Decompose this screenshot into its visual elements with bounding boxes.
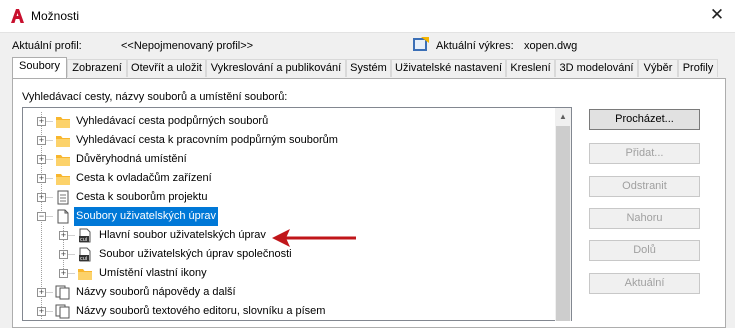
tree-item-label: Soubor uživatelských úprav společnosti (99, 248, 292, 260)
tree-item-label: Názvy souborů textového editoru, slovník… (76, 305, 326, 317)
expand-icon[interactable]: + (37, 136, 46, 145)
current-profile-value: <<Nepojmenovaný profil>> (121, 40, 254, 52)
cui-file-icon: cui (79, 228, 91, 243)
tree-item-label: Vyhledávací cesta podpůrných souborů (76, 115, 269, 127)
tab-profily[interactable]: Profily (678, 59, 718, 77)
file-paths-tree[interactable]: + Vyhledávací cesta podpůrných souborů +… (22, 107, 572, 321)
documents-icon (55, 304, 70, 319)
browse-button[interactable]: Procházet... (589, 109, 700, 130)
window-title: Možnosti (31, 9, 80, 23)
tree-item-label: Soubory uživatelských úprav (74, 207, 219, 226)
tree-item[interactable]: + Cesta k ovladačům zařízení (23, 169, 563, 188)
tree-item[interactable]: + Názvy souborů nápovědy a další (23, 283, 563, 302)
tab-vyber[interactable]: Výběr (638, 59, 678, 77)
tree-item-selected[interactable]: − Soubory uživatelských úprav (23, 207, 563, 226)
tree-item[interactable]: + Vyhledávací cesta podpůrných souborů (23, 112, 563, 131)
tab-soubory[interactable]: Soubory (12, 57, 67, 78)
tree-item-label: Hlavní soubor uživatelských úprav (99, 229, 266, 241)
collapse-icon[interactable]: − (37, 212, 46, 221)
tab-uzivatelske-nastaveni[interactable]: Uživatelské nastavení (391, 59, 506, 77)
expand-icon[interactable]: + (37, 174, 46, 183)
title-bar: Možnosti ✕ (0, 0, 735, 33)
tree-item-label: Důvěryhodná umístění (76, 153, 187, 165)
tree-item[interactable]: + Umístění vlastní ikony (23, 264, 563, 283)
add-button[interactable]: Přidat... (589, 143, 700, 164)
tree-item-label: Názvy souborů nápovědy a další (76, 286, 236, 298)
document-icon (57, 209, 69, 224)
tree-scrollbar[interactable]: ▲ (555, 108, 571, 321)
document-icon (57, 190, 69, 205)
expand-icon[interactable]: + (37, 117, 46, 126)
folder-icon (56, 136, 70, 147)
expand-icon[interactable]: + (59, 231, 68, 240)
tree-item-label: Vyhledávací cesta k pracovním podpůrným … (76, 134, 338, 146)
current-profile-label: Aktuální profil: (12, 40, 82, 52)
expand-icon[interactable]: + (37, 155, 46, 164)
folder-icon (56, 155, 70, 166)
expand-icon[interactable]: + (59, 250, 68, 259)
expand-icon[interactable]: + (37, 307, 46, 316)
tree-item-label: Cesta k souborům projektu (76, 191, 208, 203)
tree-item-label: Cesta k ovladačům zařízení (76, 172, 212, 184)
svg-text:cui: cui (80, 237, 87, 243)
close-icon[interactable]: ✕ (699, 0, 735, 32)
svg-text:cui: cui (80, 256, 87, 262)
move-up-button[interactable]: Nahoru (589, 208, 700, 229)
tree-item[interactable]: + Názvy souborů textového editoru, slovn… (23, 302, 563, 320)
tree-item-label: Umístění vlastní ikony (99, 267, 207, 279)
remove-button[interactable]: Odstranit (589, 176, 700, 197)
tab-vykreslovani-a-publikovani[interactable]: Vykreslování a publikování (206, 59, 346, 77)
folder-icon (56, 117, 70, 128)
expand-icon[interactable]: + (37, 193, 46, 202)
expand-icon[interactable]: + (37, 288, 46, 297)
drawing-file-icon (413, 37, 429, 51)
tree-item[interactable]: + Cesta k souborům projektu (23, 188, 563, 207)
autocad-app-icon (11, 9, 24, 23)
move-down-button[interactable]: Dolů (589, 240, 700, 261)
tab-system[interactable]: Systém (346, 59, 391, 77)
annotation-arrow-icon (272, 229, 356, 247)
current-drawing-label: Aktuální výkres: (436, 40, 514, 52)
scroll-up-arrow-icon[interactable]: ▲ (555, 108, 571, 125)
expand-icon[interactable]: + (59, 269, 68, 278)
search-paths-label: Vyhledávací cesty, názvy souborů a umíst… (22, 91, 288, 103)
tab-kresleni[interactable]: Kreslení (506, 59, 555, 77)
set-current-button[interactable]: Aktuální (589, 273, 700, 294)
current-drawing-value: xopen.dwg (524, 40, 578, 52)
folder-icon (56, 174, 70, 185)
folder-icon (78, 269, 92, 280)
tab-zobrazeni[interactable]: Zobrazení (67, 59, 127, 77)
documents-icon (55, 285, 70, 300)
tab-3d-modelovani[interactable]: 3D modelování (555, 59, 638, 77)
tab-otevrit-a-ulozit[interactable]: Otevřít a uložit (127, 59, 206, 77)
tree-item[interactable]: + Důvěryhodná umístění (23, 150, 563, 169)
scroll-thumb[interactable] (556, 126, 570, 321)
tree-item[interactable]: + Vyhledávací cesta k pracovním podpůrný… (23, 131, 563, 150)
cui-file-icon: cui (79, 247, 91, 262)
